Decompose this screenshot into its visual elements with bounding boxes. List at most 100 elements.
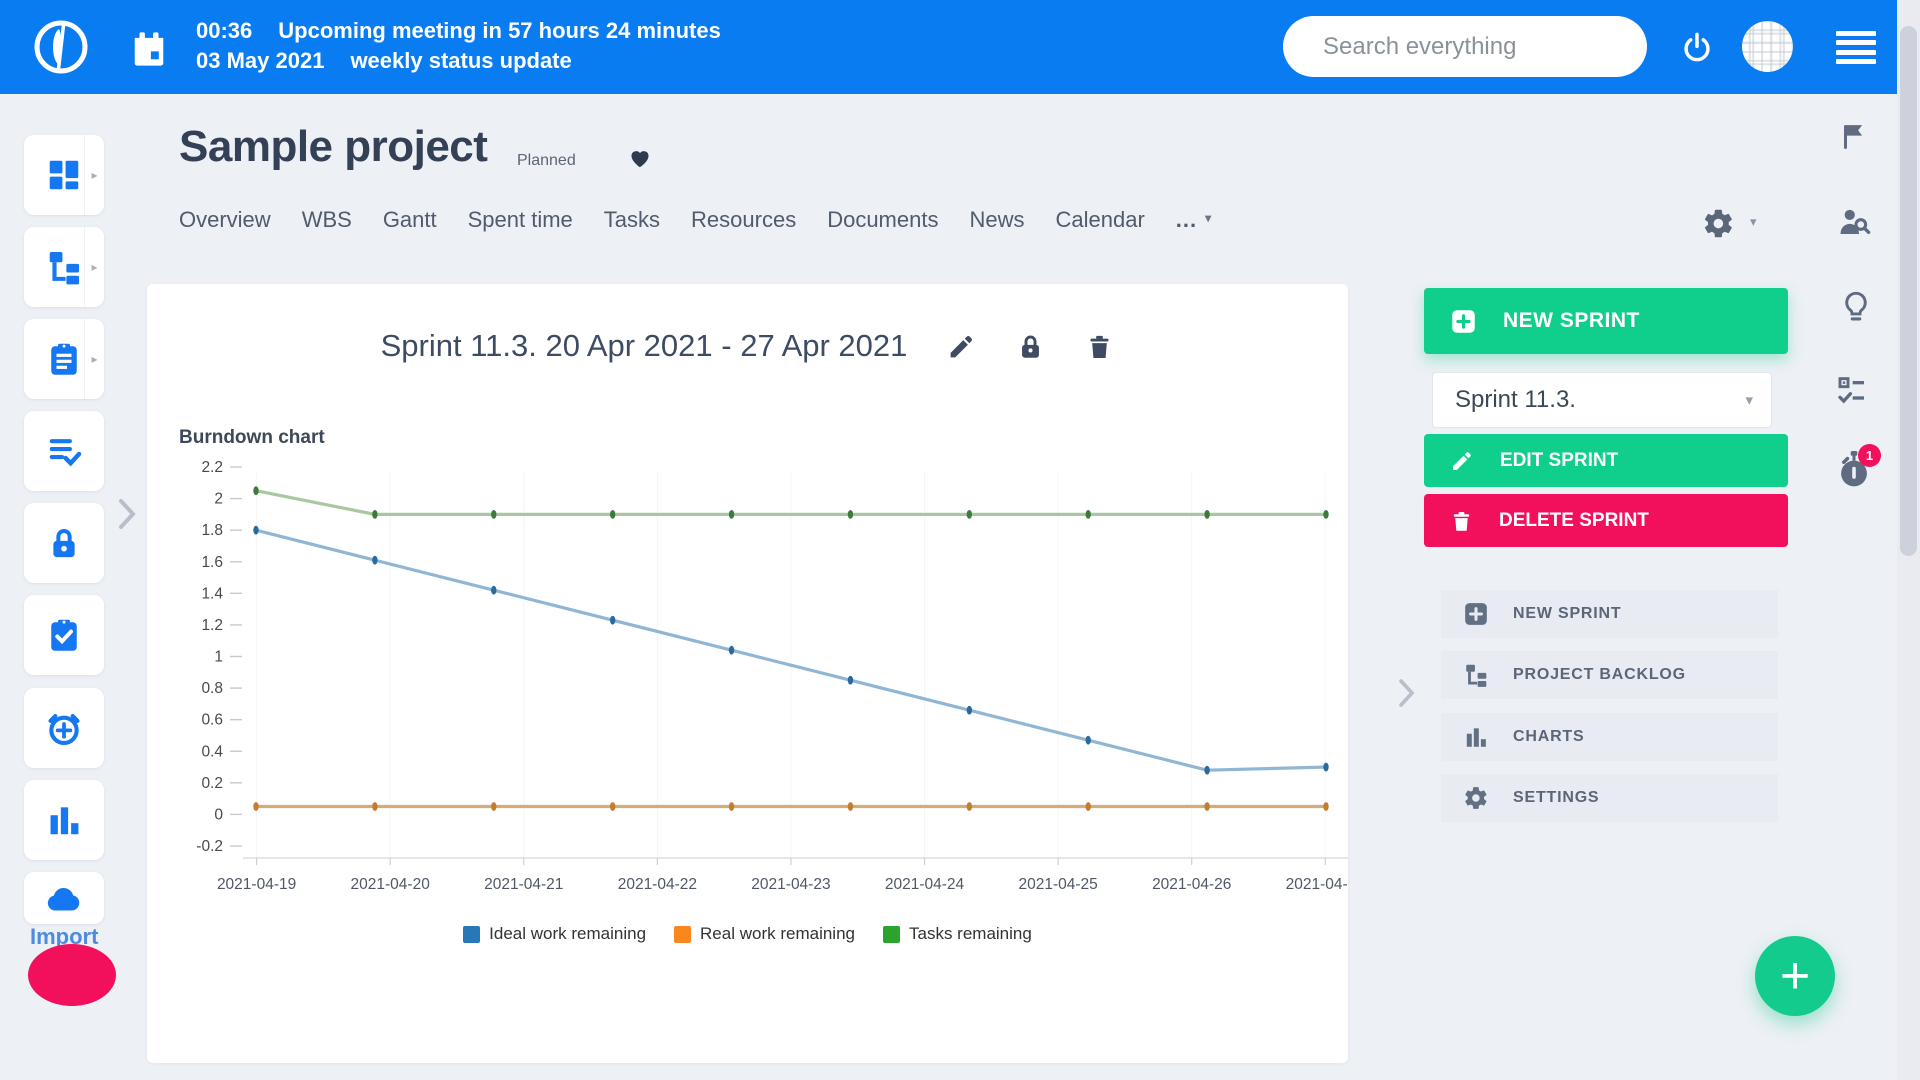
bar-chart-icon bbox=[1463, 724, 1489, 750]
import-fab[interactable] bbox=[28, 944, 116, 1006]
meeting-notice: Upcoming meeting in 57 hours 24 minutes bbox=[278, 16, 721, 46]
svg-text:0.8: 0.8 bbox=[201, 680, 223, 697]
project-tree-icon bbox=[45, 248, 83, 286]
chevron-down-icon: ▾ bbox=[1205, 211, 1212, 225]
power-icon[interactable] bbox=[1681, 31, 1713, 63]
meeting-title: weekly status update bbox=[350, 46, 571, 76]
page-title: Sample project bbox=[179, 122, 487, 172]
calendar-icon[interactable] bbox=[130, 30, 168, 68]
sprint-panel: Sprint 11.3. 20 Apr 2021 - 27 Apr 2021 bbox=[147, 284, 1348, 1063]
sidebar-item-project-tree[interactable]: ▸ bbox=[24, 227, 104, 307]
menu-item-charts[interactable]: CHARTS bbox=[1441, 713, 1778, 761]
submenu-caret-icon[interactable]: ▸ bbox=[84, 135, 104, 215]
svg-text:0: 0 bbox=[214, 806, 223, 823]
chart-legend: Ideal work remaining Real work remaining T… bbox=[147, 924, 1348, 944]
svg-text:2021-04-24: 2021-04-24 bbox=[885, 876, 965, 893]
tab-tasks[interactable]: Tasks bbox=[604, 207, 660, 233]
legend-item: Tasks remaining bbox=[883, 924, 1032, 944]
submenu-caret-icon[interactable]: ▸ bbox=[84, 227, 104, 307]
meeting-countdown-time: 00:36 bbox=[196, 16, 252, 46]
sidebar-item-clipboard[interactable]: ▸ bbox=[24, 319, 104, 399]
svg-text:2021-04-20: 2021-04-20 bbox=[351, 876, 431, 893]
user-search-icon[interactable] bbox=[1836, 205, 1872, 242]
sidebar-item-lock[interactable] bbox=[24, 503, 104, 583]
avatar[interactable] bbox=[1742, 21, 1793, 72]
flag-icon[interactable] bbox=[1839, 122, 1869, 155]
meeting-date: 03 May 2021 bbox=[196, 46, 324, 76]
legend-label: Ideal work remaining bbox=[489, 924, 646, 944]
tab-calendar[interactable]: Calendar bbox=[1056, 207, 1145, 233]
svg-text:2021-04-21: 2021-04-21 bbox=[484, 876, 563, 893]
tab-resources[interactable]: Resources bbox=[691, 207, 796, 233]
tab-more[interactable]: ... ▾ bbox=[1176, 207, 1212, 233]
menu-label: NEW SPRINT bbox=[1513, 605, 1621, 623]
tab-news[interactable]: News bbox=[969, 207, 1024, 233]
svg-text:1.6: 1.6 bbox=[201, 554, 223, 571]
plus-square-icon bbox=[1463, 601, 1489, 627]
clipboard-check-icon bbox=[46, 616, 82, 654]
svg-text:0.6: 0.6 bbox=[201, 712, 223, 729]
submenu-caret-icon[interactable]: ▸ bbox=[84, 319, 104, 399]
svg-text:2021-04-26: 2021-04-26 bbox=[1152, 876, 1231, 893]
sprint-select[interactable]: Sprint 11.3. ▾ bbox=[1432, 372, 1772, 428]
menu-label: CHARTS bbox=[1513, 728, 1584, 746]
panel-expand-chevron-icon[interactable] bbox=[1396, 678, 1418, 708]
plus-square-icon bbox=[1450, 308, 1477, 335]
legend-item: Real work remaining bbox=[674, 924, 855, 944]
menu-label: SETTINGS bbox=[1513, 789, 1599, 807]
svg-text:1.8: 1.8 bbox=[201, 522, 223, 539]
project-settings-gear-icon[interactable] bbox=[1702, 207, 1735, 240]
sidebar-item-import[interactable] bbox=[24, 872, 104, 924]
edit-sprint-label: EDIT SPRINT bbox=[1500, 450, 1618, 472]
time-tracker-icon bbox=[45, 709, 83, 747]
svg-text:2021-04-19: 2021-04-19 bbox=[217, 876, 296, 893]
sidebar-item-task-list[interactable] bbox=[24, 411, 104, 491]
menu-item-settings[interactable]: SETTINGS bbox=[1441, 774, 1778, 822]
tab-documents[interactable]: Documents bbox=[827, 207, 938, 233]
sidebar-item-dashboard[interactable]: ▸ bbox=[24, 135, 104, 215]
new-sprint-button[interactable]: NEW SPRINT bbox=[1424, 288, 1788, 354]
favorite-heart-icon[interactable] bbox=[628, 146, 652, 170]
svg-text:2021-04-22: 2021-04-22 bbox=[618, 876, 697, 893]
lightbulb-icon[interactable] bbox=[1841, 288, 1871, 329]
menu-item-new-sprint[interactable]: NEW SPRINT bbox=[1441, 590, 1778, 638]
sidebar-item-time-tracker[interactable] bbox=[24, 688, 104, 768]
svg-text:0.2: 0.2 bbox=[201, 775, 223, 792]
delete-sprint-button[interactable]: DELETE SPRINT bbox=[1424, 494, 1788, 547]
svg-text:1.4: 1.4 bbox=[201, 585, 223, 602]
chevron-down-icon[interactable]: ▾ bbox=[1750, 214, 1757, 230]
lock-icon bbox=[47, 524, 81, 562]
tab-gantt[interactable]: Gantt bbox=[383, 207, 437, 233]
svg-text:2021-04-27: 2021-04-27 bbox=[1286, 876, 1348, 893]
dashboard-icon bbox=[45, 156, 83, 194]
sidebar-item-charts[interactable] bbox=[24, 780, 104, 860]
svg-text:2021-04-25: 2021-04-25 bbox=[1018, 876, 1097, 893]
scrollbar-thumb[interactable] bbox=[1900, 26, 1917, 556]
edit-pencil-icon bbox=[1450, 449, 1474, 473]
sidebar-expand-chevron-icon[interactable] bbox=[115, 497, 139, 531]
notification-badge[interactable]: 1 bbox=[1858, 444, 1881, 467]
search-input[interactable] bbox=[1283, 16, 1647, 77]
legend-item: Ideal work remaining bbox=[463, 924, 646, 944]
add-fab-button[interactable]: + bbox=[1755, 936, 1835, 1016]
svg-text:-0.2: -0.2 bbox=[196, 838, 223, 855]
tab-overview[interactable]: Overview bbox=[179, 207, 271, 233]
sidebar-item-approvals[interactable] bbox=[24, 595, 104, 675]
gear-icon bbox=[1463, 785, 1489, 811]
checklist-icon[interactable] bbox=[1835, 374, 1869, 409]
hamburger-icon[interactable] bbox=[1836, 31, 1876, 64]
tab-wbs[interactable]: WBS bbox=[302, 207, 352, 233]
svg-text:1: 1 bbox=[214, 649, 223, 666]
meeting-banner[interactable]: 00:36 Upcoming meeting in 57 hours 24 mi… bbox=[196, 16, 721, 76]
tab-more-dots: ... bbox=[1176, 207, 1197, 233]
menu-item-project-backlog[interactable]: PROJECT BACKLOG bbox=[1441, 651, 1778, 699]
plus-icon: + bbox=[1780, 947, 1810, 1005]
project-status-badge: Planned bbox=[517, 152, 576, 170]
scrollbar-track[interactable] bbox=[1897, 0, 1920, 1080]
edit-sprint-button[interactable]: EDIT SPRINT bbox=[1424, 434, 1788, 487]
legend-label: Tasks remaining bbox=[909, 924, 1032, 944]
app-logo[interactable] bbox=[32, 18, 90, 76]
tab-spent-time[interactable]: Spent time bbox=[468, 207, 573, 233]
backlog-tree-icon bbox=[1463, 662, 1489, 688]
legend-label: Real work remaining bbox=[700, 924, 855, 944]
